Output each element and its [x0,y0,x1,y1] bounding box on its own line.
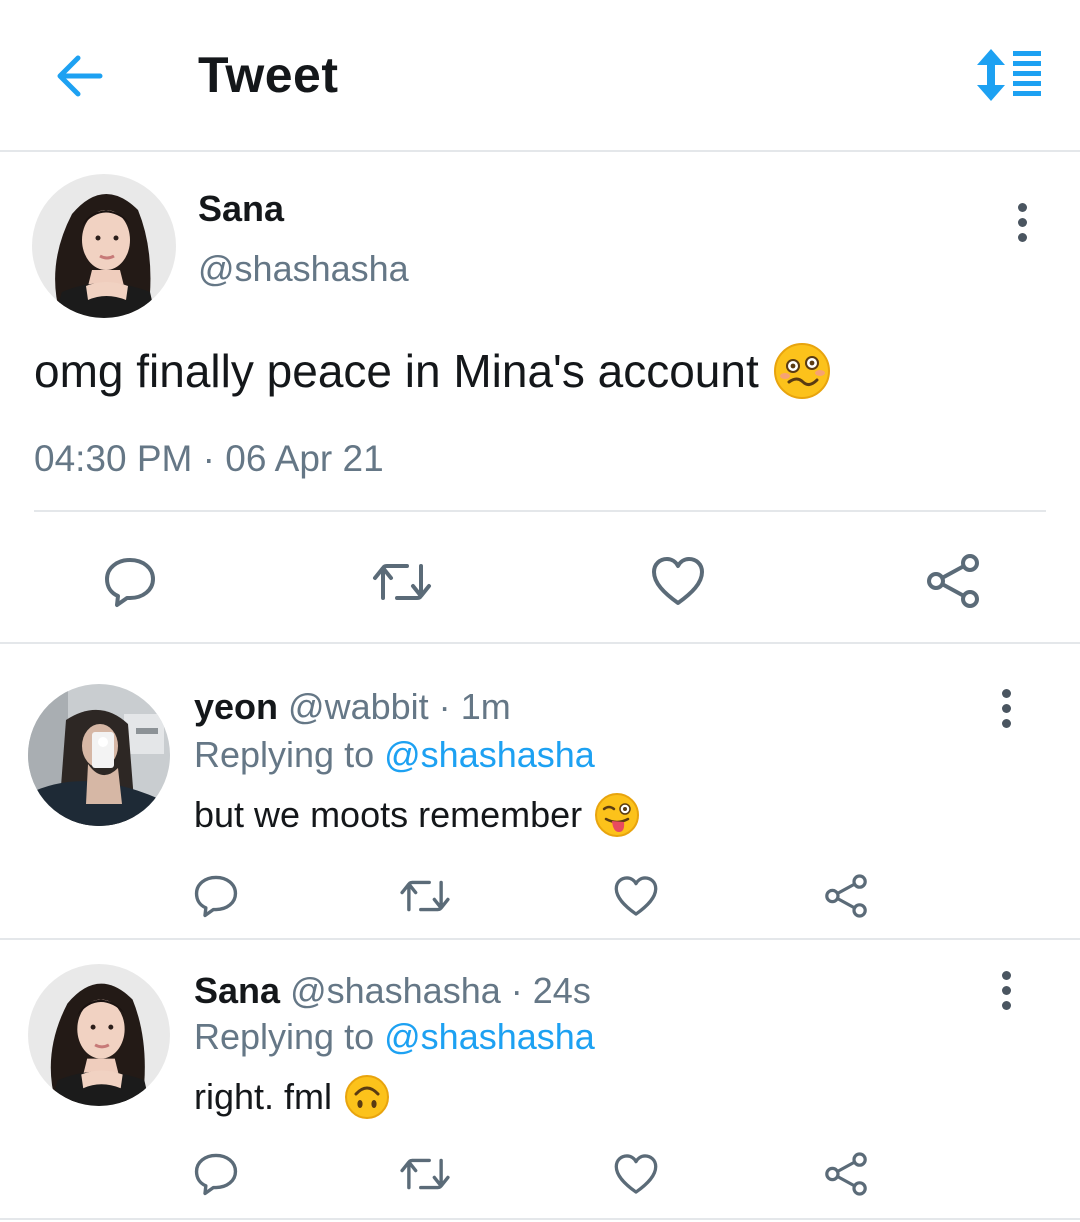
main-tweet: Sana @shashasha omg finally peace in Min… [0,154,1080,644]
like-button[interactable] [606,1146,666,1202]
author-handle[interactable]: @shashasha [198,248,409,290]
reply-body: right. fml [194,1076,333,1117]
share-button[interactable] [918,546,988,616]
back-button[interactable] [44,44,114,108]
reply-icon [105,558,155,607]
tweet-timestamp: 04:30 PM · 06 Apr 21 [34,438,384,480]
dot [1001,703,1011,713]
heart-icon [652,557,704,605]
woozy-face-icon [773,343,830,399]
sort-replies-button[interactable] [970,40,1050,110]
share-icon [825,1152,867,1196]
retweet-icon [400,880,450,912]
share-icon [927,554,979,608]
avatar[interactable] [32,174,176,318]
author-handle[interactable]: @wabbit [288,686,429,727]
avatar-image [32,174,176,318]
reply-tweet[interactable]: Sana @shashasha · 24s Replying to @shash… [0,942,1080,1220]
reply-text: right. fml [194,1074,390,1120]
dot [1001,718,1011,728]
separator: · [510,970,523,1011]
dot [1017,217,1027,227]
sort-list-icon [977,49,1041,101]
replying-prefix: Replying to [194,734,375,775]
author-handle[interactable]: @shashasha [290,970,501,1011]
tweet-text: omg finally peace in Mina's account [34,342,831,400]
divider [34,510,1046,512]
reply-body: but we moots remember [194,794,583,835]
reply-time: 24s [532,970,591,1011]
replying-to: Replying to @shashasha [194,734,595,776]
page-title: Tweet [198,47,339,103]
reply-button[interactable] [186,868,246,924]
author-name[interactable]: Sana [198,188,284,230]
avatar-image [28,684,170,826]
reply-text: but we moots remember [194,792,640,838]
like-button[interactable] [642,546,714,616]
more-options-button[interactable] [1002,192,1042,252]
tweet-date: 06 Apr 21 [225,438,384,479]
dot [1001,970,1011,980]
share-button[interactable] [816,1146,876,1202]
reply-header: yeon @wabbit · 1m [194,686,511,728]
reply-time: 1m [460,686,511,727]
more-options-button[interactable] [986,678,1026,738]
replying-to: Replying to @shashasha [194,1016,595,1058]
author-name[interactable]: Sana [194,970,280,1011]
retweet-icon [400,1158,450,1190]
avatar[interactable] [28,964,170,1106]
replying-mention-link[interactable]: @shashasha [384,734,595,775]
reply-button[interactable] [96,548,164,616]
avatar-image [28,964,170,1106]
reply-button[interactable] [186,1146,246,1202]
retweet-icon [373,564,431,600]
heart-icon [614,1154,658,1194]
dot [1001,688,1011,698]
replying-prefix: Replying to [194,1016,375,1057]
separator: · [438,686,451,727]
winking-face-with-tongue-icon [595,793,640,837]
author-name[interactable]: yeon [194,686,278,727]
reply-header: Sana @shashasha · 24s [194,970,591,1012]
retweet-button[interactable] [394,1146,456,1202]
retweet-button[interactable] [366,548,438,616]
tweet-body: omg finally peace in Mina's account [34,345,759,397]
dot [1001,985,1011,995]
share-icon [825,874,867,918]
dot [1001,1000,1011,1010]
heart-icon [614,876,658,916]
like-button[interactable] [606,868,666,924]
retweet-button[interactable] [394,868,456,924]
reply-icon [194,875,238,918]
separator: · [202,438,215,479]
reply-icon [194,1153,238,1196]
avatar[interactable] [28,684,170,826]
dot [1017,232,1027,242]
replying-mention-link[interactable]: @shashasha [384,1016,595,1057]
dot [1017,202,1027,212]
reply-tweet[interactable]: yeon @wabbit · 1m Replying to @shashasha… [0,646,1080,940]
arrow-left-icon [57,55,103,97]
share-button[interactable] [816,868,876,924]
tweet-time: 04:30 PM [34,438,193,479]
top-bar: Tweet [0,0,1080,152]
upside-down-face-icon [345,1075,390,1119]
more-options-button[interactable] [986,960,1026,1020]
